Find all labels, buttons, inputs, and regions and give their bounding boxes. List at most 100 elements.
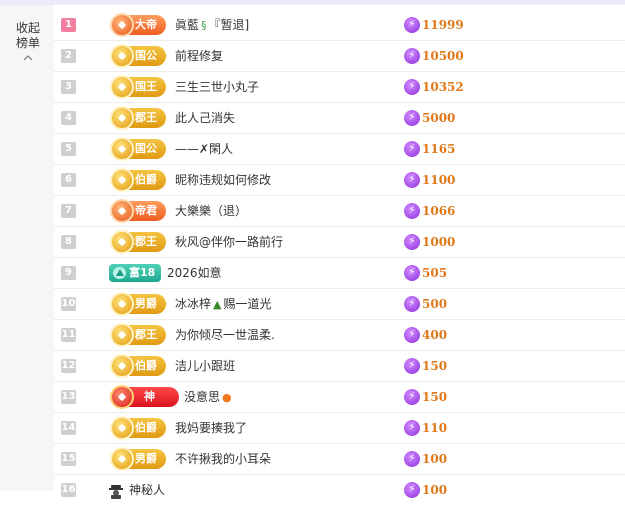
user-name[interactable]: 神秘人 bbox=[129, 475, 165, 505]
user-name-suffix: 『暂退] bbox=[208, 18, 250, 32]
user-name-text: 冰冰梓 bbox=[175, 297, 212, 311]
ranking-row[interactable]: 10 男爵 冰冰梓▲赐一道光 500 bbox=[54, 289, 625, 320]
user-name-text: 我妈要揍我了 bbox=[175, 421, 248, 435]
dragon-icon: § bbox=[201, 19, 207, 32]
rank-number: 3 bbox=[61, 80, 76, 94]
contribution-value: 100 bbox=[422, 483, 448, 497]
rank-title-badge: 帝君 bbox=[110, 199, 166, 223]
noble-emblem-icon bbox=[110, 354, 134, 378]
user-name-suffix: 赐一道光 bbox=[223, 297, 272, 311]
ranking-row[interactable]: 3 国王 三生三世小丸子 10352 bbox=[54, 72, 625, 103]
rank-number: 10 bbox=[61, 297, 76, 311]
noble-emblem-icon bbox=[110, 292, 134, 316]
contribution-value: 5000 bbox=[422, 111, 456, 125]
collapse-ranking-button[interactable]: 收起 榜单 bbox=[12, 21, 44, 63]
rank-number: 16 bbox=[61, 483, 76, 497]
badge-label: 国公 bbox=[135, 49, 157, 62]
ranking-row[interactable]: 16 神秘人 100 bbox=[54, 475, 625, 505]
lightning-coin-icon bbox=[404, 17, 420, 33]
noble-emblem-icon bbox=[110, 323, 134, 347]
mystery-user-icon bbox=[109, 485, 123, 499]
rank-title-badge: 郡王 bbox=[110, 323, 166, 347]
contribution-value: 1000 bbox=[422, 235, 456, 249]
contribution-value: 1066 bbox=[422, 204, 456, 218]
user-name[interactable]: 三生三世小丸子 bbox=[175, 72, 259, 102]
user-name[interactable]: 昵称违规如何修改 bbox=[175, 165, 271, 195]
top-band bbox=[0, 0, 625, 5]
noble-emblem-icon bbox=[110, 44, 134, 68]
contribution-value: 110 bbox=[422, 421, 448, 435]
rank-number: 14 bbox=[61, 421, 76, 435]
user-name-text: 前程修复 bbox=[175, 49, 224, 63]
badge-label: 富18 bbox=[129, 266, 156, 279]
badge-label: 伯爵 bbox=[135, 421, 157, 434]
rank-number: 5 bbox=[61, 142, 76, 156]
lightning-coin-icon bbox=[404, 141, 420, 157]
contribution-value: 11999 bbox=[422, 18, 464, 32]
rank-title-badge: 伯爵 bbox=[110, 416, 166, 440]
user-name-text: 没意思 bbox=[184, 390, 221, 404]
ranking-row[interactable]: 4 郡王 此人己消失 5000 bbox=[54, 103, 625, 134]
noble-emblem-icon bbox=[110, 199, 134, 223]
user-name[interactable]: 此人己消失 bbox=[175, 103, 235, 133]
user-name[interactable]: 冰冰梓 ▲ 赐一道光 bbox=[175, 289, 272, 320]
badge-label: 国公 bbox=[135, 142, 157, 155]
ranking-row[interactable]: 8 郡王 秋风@伴你一路前行 1000 bbox=[54, 227, 625, 258]
user-name[interactable]: ——✗閑人 bbox=[175, 134, 233, 164]
user-name[interactable]: 前程修复 bbox=[175, 41, 223, 71]
rank-title-badge: 男爵 bbox=[110, 292, 166, 316]
contribution-value: 1165 bbox=[422, 142, 456, 156]
badge-label: 伯爵 bbox=[135, 173, 157, 186]
ranking-row[interactable]: 11 郡王 为你倾尽一世温柔. 400 bbox=[54, 320, 625, 351]
user-name[interactable]: 眞藍 § 『暂退] bbox=[175, 10, 249, 41]
user-name[interactable]: 2026如意 bbox=[167, 258, 222, 288]
user-name[interactable]: 大樂樂（退） bbox=[175, 196, 247, 226]
rank-title-badge: 郡王 bbox=[110, 106, 166, 130]
lightning-coin-icon bbox=[404, 172, 420, 188]
rank-title-badge: 伯爵 bbox=[110, 168, 166, 192]
noble-emblem-icon bbox=[110, 137, 134, 161]
noble-emblem-icon bbox=[110, 168, 134, 192]
ranking-row[interactable]: 7 帝君 大樂樂（退） 1066 bbox=[54, 196, 625, 227]
lightning-coin-icon bbox=[404, 451, 420, 467]
sidebar: 收起 榜单 bbox=[0, 5, 54, 491]
rank-title-badge: 大帝 bbox=[110, 13, 166, 37]
user-name-text: 为你倾尽一世温柔. bbox=[175, 328, 275, 342]
badge-label: 郡王 bbox=[135, 328, 157, 341]
rank-number: 9 bbox=[61, 266, 76, 280]
ranking-row[interactable]: 6 伯爵 昵称违规如何修改 1100 bbox=[54, 165, 625, 196]
contribution-value: 10352 bbox=[422, 80, 464, 94]
rank-number: 2 bbox=[61, 49, 76, 63]
ranking-row[interactable]: 15 男爵 不许揪我的小耳朵 100 bbox=[54, 444, 625, 475]
user-name[interactable]: 秋风@伴你一路前行 bbox=[175, 227, 283, 257]
user-name-text: 三生三世小丸子 bbox=[175, 80, 260, 94]
user-name-text: 眞藍 bbox=[175, 18, 200, 32]
user-name[interactable]: 我妈要揍我了 bbox=[175, 413, 247, 443]
user-name[interactable]: 为你倾尽一世温柔. bbox=[175, 320, 275, 350]
ranking-row[interactable]: 5 国公 ——✗閑人 1165 bbox=[54, 134, 625, 165]
ranking-row[interactable]: 13 神 没意思● 150 bbox=[54, 382, 625, 413]
rank-number: 4 bbox=[61, 111, 76, 125]
tree-icon: ▲ bbox=[213, 298, 222, 311]
ranking-row[interactable]: 12 伯爵 洁儿小跟班 150 bbox=[54, 351, 625, 382]
contribution-value: 10500 bbox=[422, 49, 464, 63]
badge-label: 男爵 bbox=[135, 452, 157, 465]
user-name[interactable]: 洁儿小跟班 bbox=[175, 351, 235, 381]
badge-label: 郡王 bbox=[135, 235, 157, 248]
badge-label: 伯爵 bbox=[135, 359, 157, 372]
user-name-text: ——✗閑人 bbox=[175, 142, 234, 156]
badge-label: 神 bbox=[144, 390, 155, 403]
user-name[interactable]: 没意思 ● bbox=[184, 382, 232, 413]
lightning-coin-icon bbox=[404, 265, 420, 281]
ranking-row[interactable]: 9 富18 2026如意 505 bbox=[54, 258, 625, 289]
rank-number: 7 bbox=[61, 204, 76, 218]
ranking-row[interactable]: 2 国公 前程修复 10500 bbox=[54, 41, 625, 72]
user-name-text: 昵称违规如何修改 bbox=[175, 173, 272, 187]
user-name[interactable]: 不许揪我的小耳朵 bbox=[175, 444, 271, 474]
ranking-row[interactable]: 1 大帝 眞藍§『暂退] 11999 bbox=[54, 10, 625, 41]
badge-label: 国王 bbox=[135, 80, 157, 93]
rank-number: 15 bbox=[61, 452, 76, 466]
rank-title-badge: 富18 bbox=[109, 264, 162, 282]
rank-title-badge: 男爵 bbox=[110, 447, 166, 471]
ranking-row[interactable]: 14 伯爵 我妈要揍我了 110 bbox=[54, 413, 625, 444]
